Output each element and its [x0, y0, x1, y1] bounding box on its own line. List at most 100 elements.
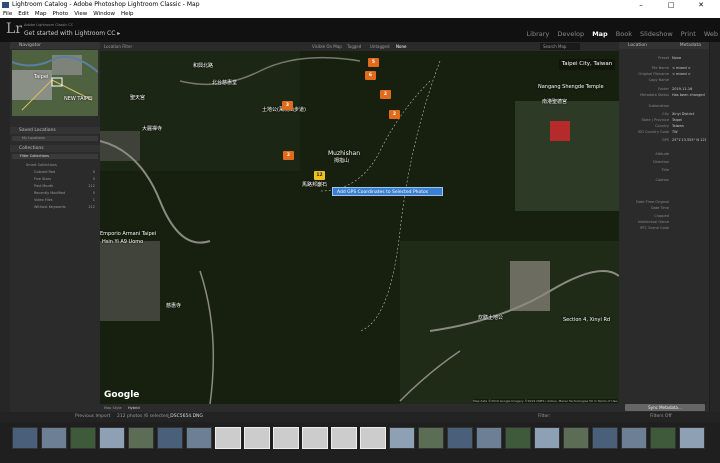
add-gps-context-menu-item[interactable]: Add GPS Coordinates to Selected Photos: [332, 187, 443, 196]
my-locations[interactable]: My Locations: [12, 136, 98, 141]
filmstrip[interactable]: [0, 422, 720, 463]
filmstrip-thumbnail[interactable]: [244, 427, 270, 449]
metadata-field-label: Intellectual Genre: [637, 220, 669, 224]
metadata-field-value[interactable]: None: [672, 56, 706, 60]
collections-header[interactable]: Collections: [10, 145, 100, 152]
filter-untagged[interactable]: Untagged: [370, 42, 390, 51]
map-style-select[interactable]: Hybrid: [128, 404, 140, 412]
module-slideshow[interactable]: Slideshow: [640, 30, 673, 38]
filmstrip-thumbnail[interactable]: [128, 427, 154, 449]
map-label: 和興北路: [193, 63, 214, 69]
minimize-button[interactable]: –: [630, 0, 652, 10]
metadata-header[interactable]: Location Metadata: [619, 42, 709, 49]
navigator-map[interactable]: Taipei NEW TAIPEI: [12, 50, 98, 116]
filmstrip-thumbnail[interactable]: [360, 427, 386, 449]
collection-without-keywords[interactable]: Without Keywords 212: [12, 205, 98, 210]
filmstrip-thumbnail[interactable]: [331, 427, 357, 449]
module-develop[interactable]: Develop: [557, 30, 584, 38]
menu-view[interactable]: View: [74, 10, 87, 18]
filmstrip-thumbnail[interactable]: [592, 427, 618, 449]
filmstrip-thumbnail[interactable]: [215, 427, 241, 449]
metadata-field-label: Caption: [655, 178, 669, 182]
menu-photo[interactable]: Photo: [52, 10, 68, 18]
right-edge-toggle[interactable]: [710, 42, 720, 412]
navigator-header[interactable]: Navigator: [10, 42, 100, 49]
metadata-field-value[interactable]: Has been changed: [672, 93, 706, 97]
metadata-field-value[interactable]: TW: [672, 130, 706, 134]
photo-cluster-pin[interactable]: 3: [282, 101, 293, 110]
filmstrip-thumbnail[interactable]: [273, 427, 299, 449]
filter-collections[interactable]: Filter Collections: [12, 154, 98, 159]
filters-off-select[interactable]: Filters Off: [650, 412, 672, 422]
filmstrip-thumbnail[interactable]: [157, 427, 183, 449]
filmstrip-thumbnail[interactable]: [70, 427, 96, 449]
metadata-field-label: IPTC Scene Code: [639, 226, 669, 230]
collection-colored-red[interactable]: Colored Red 0: [12, 170, 98, 175]
photo-cluster-pin[interactable]: 2: [389, 110, 400, 119]
filmstrip-thumbnail[interactable]: [476, 427, 502, 449]
collection-five-stars[interactable]: Five Stars 0: [12, 177, 98, 182]
metadata-title[interactable]: Metadata: [680, 42, 701, 49]
filmstrip-thumbnail[interactable]: [534, 427, 560, 449]
collection-video-files[interactable]: Video Files 1: [12, 198, 98, 203]
map-view[interactable]: Taipei City, Taiwan 和興北路 北台慈惠堂 聖天宮 土地公(萬…: [100, 51, 619, 404]
metadata-field-label: Copy Name: [648, 78, 669, 82]
filmstrip-thumbnail[interactable]: [389, 427, 415, 449]
smart-collections[interactable]: Smart Collections: [12, 163, 98, 168]
collection-past-month[interactable]: Past Month 212: [12, 184, 98, 189]
menu-file[interactable]: File: [3, 10, 12, 18]
metadata-field-value[interactable]: Xinyi District: [672, 112, 706, 116]
map-label: 馬路邦巖石: [302, 182, 328, 188]
photo-cluster-pin[interactable]: 2: [380, 90, 391, 99]
filmstrip-thumbnail[interactable]: [621, 427, 647, 449]
map-label: 大麗禪寺: [142, 126, 163, 132]
identity-plate: Lr Adobe Lightroom Classic CC Get starte…: [0, 18, 720, 42]
filmstrip-thumbnail[interactable]: [99, 427, 125, 449]
menu-help[interactable]: Help: [121, 10, 134, 18]
filmstrip-thumbnail[interactable]: [186, 427, 212, 449]
filmstrip-thumbnail[interactable]: [505, 427, 531, 449]
filmstrip-thumbnail[interactable]: [650, 427, 676, 449]
module-map[interactable]: Map: [592, 30, 608, 38]
metadata-field-label: Metadata Status: [640, 93, 669, 97]
collection-recently-modified[interactable]: Recently Modified 0: [12, 191, 98, 196]
module-library[interactable]: Library: [527, 30, 550, 38]
filmstrip-thumbnail[interactable]: [679, 427, 705, 449]
get-started-link[interactable]: Get started with Lightroom CC ▸: [24, 30, 120, 37]
metadata-field-value[interactable]: Taiwan: [672, 124, 706, 128]
photo-cluster-pin[interactable]: 2: [283, 151, 294, 160]
selected-photo-pin[interactable]: 12: [314, 171, 325, 180]
menu-edit[interactable]: Edit: [18, 10, 29, 18]
metadata-field-value[interactable]: 25°1'13.555" N 121°35'1.343" E: [672, 138, 706, 142]
previous-import-button[interactable]: Previous Import: [75, 412, 110, 422]
filter-none[interactable]: None: [396, 42, 406, 51]
photo-cluster-pin[interactable]: 6: [365, 71, 376, 80]
filmstrip-thumbnail[interactable]: [12, 427, 38, 449]
filter-visible-on-map[interactable]: Visible On Map: [312, 42, 342, 51]
menu-map[interactable]: Map: [35, 10, 47, 18]
left-edge-toggle[interactable]: [0, 42, 10, 412]
metadata-field-value[interactable]: < mixed >: [672, 66, 706, 70]
saved-locations-header[interactable]: Saved Locations: [10, 127, 100, 134]
maximize-button[interactable]: □: [660, 0, 682, 10]
filmstrip-thumbnail[interactable]: [302, 427, 328, 449]
sync-metadata-button[interactable]: Sync Metadata...: [625, 404, 705, 411]
filter-tagged[interactable]: Tagged: [347, 42, 361, 51]
location-tab[interactable]: Location: [628, 43, 647, 48]
filmstrip-thumbnail[interactable]: [447, 427, 473, 449]
metadata-field-value[interactable]: < mixed >: [672, 72, 706, 76]
module-web[interactable]: Web: [704, 30, 718, 38]
search-map-input[interactable]: Search Map: [540, 43, 580, 50]
close-button[interactable]: ✕: [690, 0, 712, 10]
filmstrip-thumbnail[interactable]: [41, 427, 67, 449]
photo-cluster-pin[interactable]: 5: [368, 58, 379, 67]
module-book[interactable]: Book: [616, 30, 632, 38]
menu-window[interactable]: Window: [93, 10, 115, 18]
filmstrip-thumbnail[interactable]: [418, 427, 444, 449]
filmstrip-thumbnail[interactable]: [563, 427, 589, 449]
metadata-field-value[interactable]: 2019-11-16: [672, 87, 706, 91]
metadata-field-value[interactable]: Taipei: [672, 118, 706, 122]
left-panel: Navigator Taipei NEW TAIPEI Saved Locati…: [10, 42, 100, 412]
module-print[interactable]: Print: [681, 30, 696, 38]
metadata-field-label: Country: [655, 124, 669, 128]
